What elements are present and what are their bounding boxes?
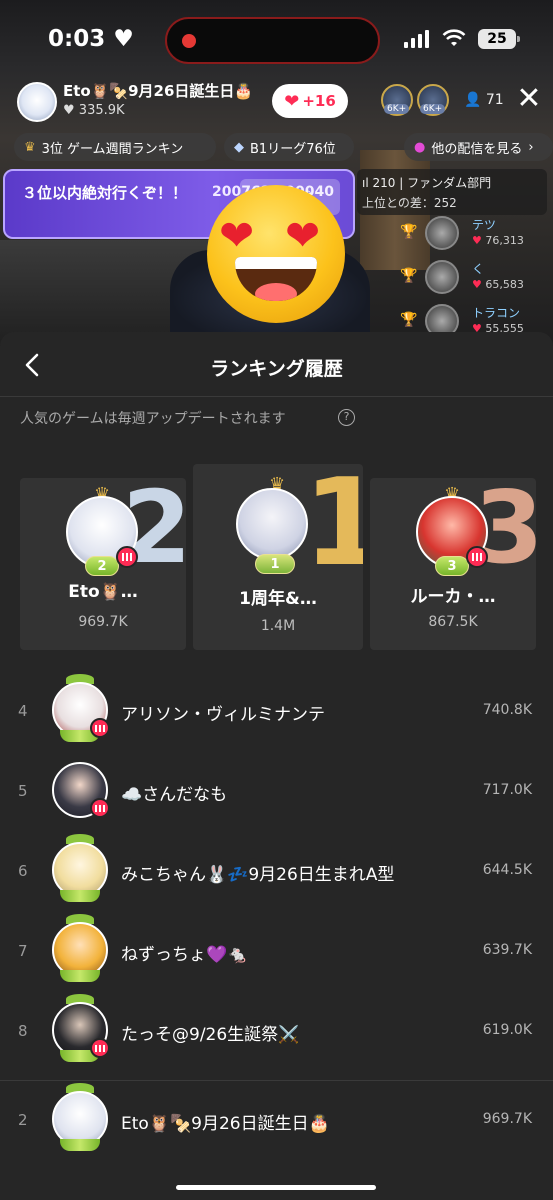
crown-icon: ♛ xyxy=(24,139,36,155)
my-rank-content: 2 Eto🦉🍢9月26日誕生日🎂 969.7K xyxy=(0,1083,553,1163)
viewer-count[interactable]: 👤 71 xyxy=(464,92,504,108)
streamer-name[interactable]: Eto🦉🍢9月26日誕生日🎂 xyxy=(63,80,253,101)
status-time: 0:03 ♥ xyxy=(48,26,134,52)
podium-name: ルーカ・… xyxy=(410,587,496,607)
heart-icon: ❤ xyxy=(284,90,300,112)
rank-number: 1 xyxy=(303,464,363,593)
row-name: みこちゃん🐰💤9月26日生まれA型 xyxy=(121,865,395,885)
fandom-diff: 上位との差：252 xyxy=(362,196,457,210)
rank-number: 8 xyxy=(18,1022,28,1040)
orb-icon: ● xyxy=(414,139,426,155)
row-score: 969.7K xyxy=(482,1111,532,1127)
wing-badge-icon xyxy=(60,1139,100,1151)
heart-eye-icon: ❤ xyxy=(219,211,255,260)
follow-plus-button[interactable]: ❤ +16 xyxy=(272,84,348,118)
podium-card-3[interactable]: 3 ♛ 3 ルーカ・… 867.5K xyxy=(370,478,536,650)
rank-badge: 3 xyxy=(435,556,469,576)
wing-badge-icon xyxy=(60,890,100,902)
podium-card-2[interactable]: 2 ♛ 2 Eto🦉… 969.7K xyxy=(20,478,186,650)
row-name: Eto🦉🍢9月26日誕生日🎂 xyxy=(121,1114,330,1134)
dynamic-island xyxy=(165,17,380,64)
wifi-icon xyxy=(442,29,466,46)
rank-badge: 2 xyxy=(85,556,119,576)
streamer-avatar[interactable] xyxy=(17,82,57,122)
ranking-row[interactable]: 8 たっそ@9/26生誕祭⚔️ 619.0K xyxy=(0,994,553,1074)
rank-number: 2 xyxy=(18,1111,28,1129)
weekly-ranking-pill[interactable]: ♛ 3位 ゲーム週間ランキン xyxy=(14,133,216,161)
person-icon: 👤 xyxy=(464,92,482,108)
chart-icon: ıl xyxy=(362,176,369,190)
ranking-row[interactable]: 6 みこちゃん🐰💤9月26日生まれA型 644.5K xyxy=(0,834,553,914)
rank-number: 5 xyxy=(18,782,28,800)
league-pill[interactable]: ◆ B1リーグ76位 xyxy=(224,133,354,161)
row-score: 740.8K xyxy=(482,702,532,718)
row-score: 639.7K xyxy=(482,942,532,958)
diamond-icon: ◆ xyxy=(234,139,244,155)
heart-eyes-emoji-icon: ❤ ❤ xyxy=(207,185,345,323)
sheet-subtitle: 人気のゲームは毎週アップデートされます xyxy=(20,411,286,427)
streamer-likes: ♥ 335.9K xyxy=(63,103,125,118)
trophy-icon: 🏆 xyxy=(400,224,418,240)
podium-score: 969.7K xyxy=(78,614,128,630)
live-icon xyxy=(90,718,110,738)
live-icon xyxy=(466,546,488,568)
heart-icon: ♥ xyxy=(63,103,75,118)
live-icon xyxy=(90,1038,110,1058)
live-icon xyxy=(90,798,110,818)
podium-name: 1周年&… xyxy=(239,589,317,609)
fandom-title: ıl 210 | ファンダム部門 xyxy=(362,176,492,190)
fandom-row[interactable]: 🏆 テツ ♥ 76,313 xyxy=(400,216,550,256)
rank-badge: 1 xyxy=(255,554,295,574)
row-name: たっそ@9/26生誕祭⚔️ xyxy=(121,1025,300,1045)
ranking-history-sheet: ランキング履歴 人気のゲームは毎週アップデートされます ? 2 ♛ 2 Eto🦉… xyxy=(0,332,553,1200)
trophy-icon: 🏆 xyxy=(400,312,418,328)
row-score: 717.0K xyxy=(482,782,532,798)
home-indicator[interactable] xyxy=(176,1185,376,1190)
trophy-icon: 🏆 xyxy=(400,268,418,284)
top-viewer-badge: 6K+ xyxy=(384,104,410,114)
avatar xyxy=(236,488,308,560)
status-bar: 0:03 ♥ 25 xyxy=(0,0,553,80)
recording-icon xyxy=(182,34,196,48)
emoji-mouth xyxy=(235,257,317,301)
signal-icon xyxy=(404,30,429,48)
row-score: 619.0K xyxy=(482,1022,532,1038)
podium-score: 867.5K xyxy=(428,614,478,630)
row-name: ねずっちょ💜🐁 xyxy=(121,945,249,965)
page-title: ランキング履歴 xyxy=(210,358,343,380)
row-name: アリソン・ヴィルミナンテ xyxy=(121,705,325,725)
chevron-right-icon: › xyxy=(528,139,534,155)
live-icon xyxy=(116,546,138,568)
avatar xyxy=(425,260,459,294)
heart-icon: ♥ xyxy=(113,26,134,52)
goal-text: ３位以内絶対行くぞ！！ xyxy=(22,184,188,202)
close-icon[interactable]: ✕ xyxy=(515,84,543,114)
podium-name: Eto🦉… xyxy=(68,582,138,602)
other-streams-pill[interactable]: ● 他の配信を見る › xyxy=(404,133,553,161)
row-score: 644.5K xyxy=(482,862,532,878)
rank-number: 6 xyxy=(18,862,28,880)
divider xyxy=(0,396,553,397)
info-icon[interactable]: ? xyxy=(338,409,355,426)
podium-card-1[interactable]: 1 ♛ 1 1周年&… 1.4M xyxy=(193,464,363,650)
row-name: ☁️さんだなも xyxy=(121,785,228,805)
ranking-row[interactable]: 5 ☁️さんだなも 717.0K xyxy=(0,754,553,834)
battery-indicator: 25 xyxy=(478,29,520,49)
heart-icon: ♥ xyxy=(472,278,482,291)
heart-eye-icon: ❤ xyxy=(285,211,321,260)
rank-number: 7 xyxy=(18,942,28,960)
ranking-row[interactable]: 4 アリソン・ヴィルミナンテ 740.8K xyxy=(0,674,553,754)
ranking-row[interactable]: 7 ねずっちょ💜🐁 639.7K xyxy=(0,914,553,994)
rank-number: 4 xyxy=(18,702,28,720)
my-rank-row[interactable]: 2 Eto🦉🍢9月26日誕生日🎂 969.7K xyxy=(0,1080,553,1200)
wing-badge-icon xyxy=(60,970,100,982)
heart-icon: ♥ xyxy=(472,234,482,247)
podium-score: 1.4M xyxy=(260,618,296,634)
fandom-row[interactable]: 🏆 く ♥ 65,583 xyxy=(400,260,550,300)
top-viewer-badge: 6K+ xyxy=(420,104,446,114)
avatar xyxy=(425,216,459,250)
